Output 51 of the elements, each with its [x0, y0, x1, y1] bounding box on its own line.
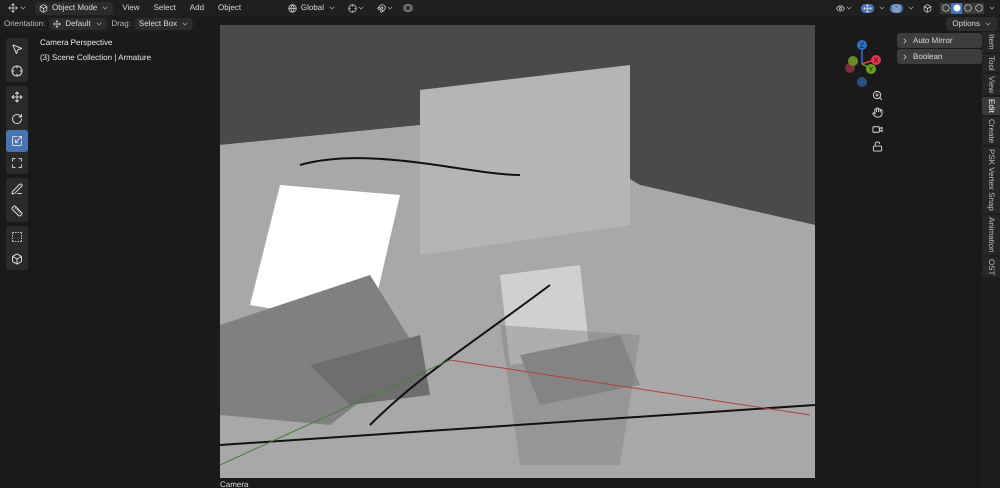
unlock-icon[interactable] [872, 141, 883, 152]
options-dropdown[interactable]: Options [946, 17, 998, 31]
shading-mode-button[interactable] [973, 2, 984, 14]
move-icon [11, 91, 23, 103]
drag-dropdown[interactable]: Select Box [134, 18, 194, 30]
cube-icon [39, 4, 48, 12]
menu-item[interactable]: Object [213, 2, 246, 14]
caret-icon [328, 4, 336, 12]
eye-icon [836, 4, 845, 12]
caret-icon [19, 4, 27, 12]
caret-icon [845, 4, 853, 12]
cursor-icon [11, 65, 23, 77]
orientation-label: Orientation: [4, 18, 46, 30]
gizmo-button[interactable] [861, 4, 874, 12]
menu-item[interactable]: Add [184, 2, 210, 14]
view-name: Camera Perspective [40, 37, 114, 49]
panel-header[interactable]: Auto Mirror [897, 33, 982, 48]
rotate-icon [11, 113, 23, 125]
shading-mode-button[interactable] [962, 2, 973, 14]
snap-icon [377, 4, 386, 12]
overlay-icon [892, 4, 901, 12]
annotate-icon [11, 183, 23, 195]
orientation-dropdown[interactable]: Global [284, 2, 340, 14]
transform-icon [11, 157, 23, 169]
shading-mode-button[interactable] [940, 2, 951, 14]
tool-button[interactable] [6, 130, 28, 152]
overlay-button[interactable] [890, 4, 903, 12]
scale-icon [11, 135, 23, 147]
menu-item[interactable]: View [117, 2, 145, 14]
camera-icon[interactable] [872, 124, 883, 135]
menu-item[interactable]: Select [148, 2, 181, 14]
hand-icon[interactable] [872, 107, 883, 118]
collection-name: (3) Scene Collection | Armature [40, 52, 152, 64]
proportional-edit-button[interactable] [402, 4, 414, 12]
mode-dropdown[interactable]: Object Mode [35, 2, 114, 14]
add-object-icon [11, 253, 23, 265]
panel-header[interactable]: Boolean [897, 49, 982, 64]
select-icon [11, 43, 23, 55]
caret-icon [386, 4, 394, 12]
caret-icon [907, 4, 915, 12]
drag-label: Drag: [111, 18, 131, 30]
caret-icon [181, 20, 190, 28]
circle-icon [404, 4, 412, 12]
orientation-dropdown[interactable]: Default [49, 18, 108, 30]
caret-icon [878, 4, 886, 12]
zoom-icon[interactable] [872, 90, 883, 101]
measure-icon [11, 205, 23, 217]
caret-icon [357, 4, 365, 12]
pivot-icon [348, 4, 357, 12]
camera-label: Camera [220, 479, 248, 488]
shading-mode-button[interactable] [951, 2, 962, 14]
